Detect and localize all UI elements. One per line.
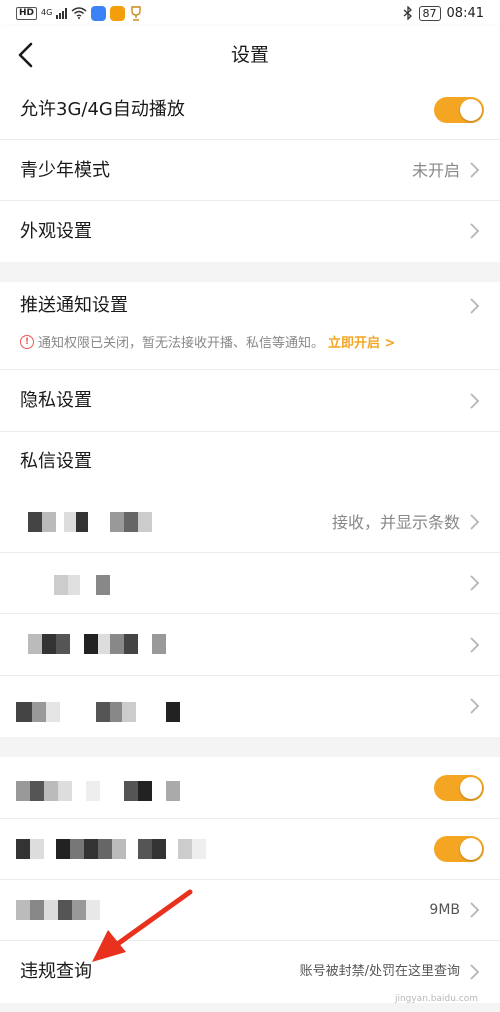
annotation-arrow-icon bbox=[92, 889, 193, 962]
watermark: jingyan.baidu.com bbox=[394, 994, 478, 1004]
